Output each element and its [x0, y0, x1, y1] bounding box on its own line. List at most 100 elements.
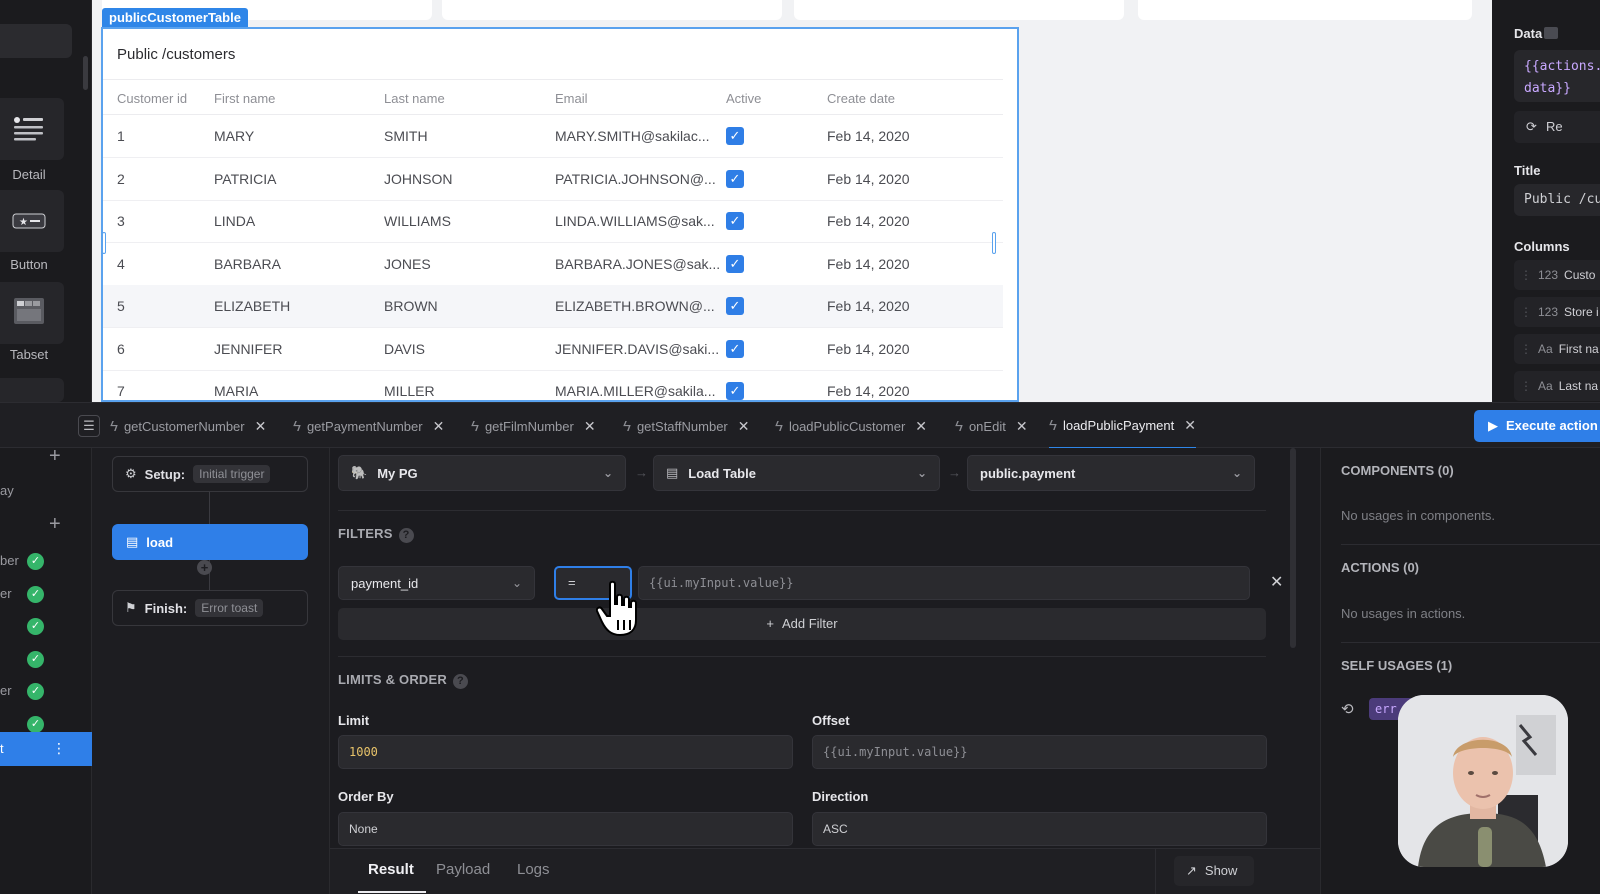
- resize-handle-left[interactable]: [103, 232, 106, 254]
- binding-icon[interactable]: [1544, 27, 1558, 39]
- close-tab-icon[interactable]: ✕: [738, 418, 750, 435]
- table-cell-last: JONES: [384, 255, 431, 272]
- tab-payload[interactable]: Payload: [436, 861, 490, 878]
- customers-table[interactable]: Public /customers Customer id First name…: [101, 27, 1019, 402]
- tab-getCustomerNumber[interactable]: ϟ getCustomerNumber ✕: [110, 403, 266, 449]
- tab-loadPublicCustomer[interactable]: ϟ loadPublicCustomer ✕: [775, 403, 927, 449]
- help-icon[interactable]: ?: [452, 674, 468, 689]
- table-row[interactable]: 3 LINDA WILLIAMS LINDA.WILLIAMS@sak... ✓ Feb …: [103, 200, 1003, 243]
- more-options-icon[interactable]: ⋮: [52, 740, 66, 757]
- actions-list-item-selected[interactable]: t ⋮: [0, 732, 92, 766]
- close-tab-icon[interactable]: ✕: [584, 418, 596, 435]
- tab-result[interactable]: Result: [368, 861, 414, 878]
- add-action-icon[interactable]: +: [49, 445, 61, 468]
- table-cell-email: LINDA.WILLIAMS@sak...: [555, 213, 715, 229]
- load-step-node[interactable]: ▤ load: [112, 524, 308, 560]
- active-checkbox[interactable]: ✓: [726, 127, 744, 145]
- active-checkbox[interactable]: ✓: [726, 212, 744, 230]
- table-cell-first: JENNIFER: [214, 340, 283, 357]
- column-item[interactable]: ⋮ 123 Store i: [1514, 297, 1600, 327]
- palette-item-detail[interactable]: [0, 98, 64, 160]
- active-checkbox[interactable]: ✓: [726, 339, 744, 358]
- table-header: Customer id First name Last name Email A…: [103, 79, 1003, 115]
- close-tab-icon[interactable]: ✕: [433, 418, 445, 435]
- help-icon[interactable]: ?: [398, 528, 414, 543]
- datasource-select[interactable]: 🐘 My PG ⌄: [338, 455, 626, 491]
- actions-list-item[interactable]: ✓: [0, 611, 92, 643]
- actions-list-item[interactable]: er ✓: [0, 676, 92, 708]
- resize-handle-right[interactable]: [992, 232, 996, 254]
- palette-scrollbar[interactable]: [83, 56, 88, 90]
- limit-input[interactable]: 1000: [338, 735, 793, 769]
- tab-logs[interactable]: Logs: [517, 861, 550, 878]
- component-name-tag[interactable]: publicCustomerTable: [102, 8, 248, 27]
- column-header[interactable]: Last name: [384, 91, 445, 106]
- data-binding-field[interactable]: {{actions. data}}: [1514, 50, 1600, 102]
- drag-handle-icon[interactable]: ⋮: [1520, 342, 1532, 356]
- table-row[interactable]: 4 BARBARA JONES BARBARA.JONES@sak... ✓ Feb 14…: [103, 243, 1003, 286]
- editor-scrollbar[interactable]: [1290, 448, 1296, 648]
- order-by-select[interactable]: None: [338, 812, 793, 846]
- palette-item-tabset[interactable]: [0, 282, 64, 344]
- table-row[interactable]: 7 MARIA MILLER MARIA.MILLER@sakila... ✓ Feb 1…: [103, 370, 1003, 400]
- actions-list-item[interactable]: ✓: [0, 644, 92, 676]
- active-checkbox[interactable]: ✓: [726, 382, 744, 400]
- tab-list-icon[interactable]: ☰: [78, 415, 100, 437]
- setup-node[interactable]: ⚙ Setup: Initial trigger: [112, 456, 308, 492]
- close-tab-icon[interactable]: ✕: [255, 418, 267, 435]
- table-select[interactable]: public.payment ⌄: [967, 455, 1255, 491]
- column-item[interactable]: ⋮ Aa First na: [1514, 334, 1600, 364]
- close-tab-icon[interactable]: ✕: [915, 418, 927, 435]
- column-header[interactable]: First name: [214, 91, 275, 106]
- tab-getStaffNumber[interactable]: ϟ getStaffNumber ✕: [623, 403, 750, 449]
- drag-handle-icon[interactable]: ⋮: [1520, 379, 1532, 393]
- remove-filter-icon[interactable]: ✕: [1270, 572, 1283, 592]
- column-item[interactable]: ⋮ Aa Last na: [1514, 371, 1600, 401]
- table-row[interactable]: 6 JENNIFER DAVIS JENNIFER.DAVIS@saki... ✓ Feb…: [103, 328, 1003, 371]
- column-header[interactable]: Active: [726, 91, 761, 106]
- show-button[interactable]: ↗ Show: [1174, 856, 1254, 886]
- offset-input[interactable]: {{ui.myInput.value}}: [812, 735, 1267, 769]
- operation-select[interactable]: ▤ Load Table ⌄: [653, 455, 940, 491]
- column-item[interactable]: ⋮ 123 Custo: [1514, 260, 1600, 290]
- divider: [1341, 642, 1600, 643]
- active-checkbox[interactable]: ✓: [726, 297, 744, 315]
- filter-field-select[interactable]: payment_id ⌄: [338, 566, 535, 600]
- filter-value-input[interactable]: {{ui.myInput.value}}: [638, 566, 1250, 600]
- canvas-card[interactable]: [794, 0, 1124, 20]
- column-header[interactable]: Customer id: [117, 91, 187, 106]
- palette-item-button[interactable]: ★: [0, 190, 64, 252]
- add-action-icon[interactable]: +: [49, 513, 61, 536]
- actions-list-item[interactable]: er ✓: [0, 579, 92, 611]
- tab-loadPublicPayment[interactable]: ϟ loadPublicPayment ✕: [1049, 403, 1196, 449]
- actions-list-item[interactable]: ber ✓: [0, 546, 92, 578]
- column-header[interactable]: Email: [555, 91, 588, 106]
- drag-handle-icon[interactable]: ⋮: [1520, 268, 1532, 282]
- active-checkbox[interactable]: ✓: [726, 254, 744, 273]
- table-cell-first: PATRICIA: [214, 170, 277, 187]
- palette-item-next[interactable]: [0, 378, 64, 402]
- palette-top-button[interactable]: [0, 24, 72, 58]
- table-row[interactable]: 5 ELIZABETH BROWN ELIZABETH.BROWN@... ✓ Feb 1…: [103, 285, 1003, 328]
- tab-getFilmNumber[interactable]: ϟ getFilmNumber ✕: [471, 403, 596, 449]
- action-editor: 🐘 My PG ⌄ → ▤ Load Table ⌄ → public.paym…: [330, 448, 1320, 848]
- add-step-icon[interactable]: +: [197, 560, 212, 575]
- expand-icon: ↗: [1186, 863, 1197, 878]
- execute-action-button[interactable]: ▶ Execute action: [1474, 410, 1600, 442]
- refresh-button[interactable]: ⟳ Re: [1514, 111, 1600, 143]
- tab-onEdit[interactable]: ϟ onEdit ✕: [955, 403, 1028, 449]
- canvas-card[interactable]: [442, 0, 782, 20]
- active-checkbox[interactable]: ✓: [726, 169, 744, 188]
- table-row[interactable]: 2 PATRICIA JOHNSON PATRICIA.JOHNSON@... ✓ Feb…: [103, 158, 1003, 201]
- finish-node[interactable]: ⚑ Finish: Error toast: [112, 590, 308, 626]
- canvas-card[interactable]: [1138, 0, 1472, 20]
- direction-select[interactable]: ASC: [812, 812, 1267, 846]
- drag-handle-icon[interactable]: ⋮: [1520, 305, 1532, 319]
- add-filter-button[interactable]: + Add Filter: [338, 608, 1266, 640]
- close-tab-icon[interactable]: ✕: [1016, 418, 1028, 435]
- close-tab-icon[interactable]: ✕: [1184, 417, 1196, 434]
- tab-getPaymentNumber[interactable]: ϟ getPaymentNumber ✕: [293, 403, 444, 449]
- column-header[interactable]: Create date: [827, 91, 895, 106]
- title-input[interactable]: Public /cu: [1514, 184, 1600, 216]
- table-row[interactable]: 1 MARY SMITH MARY.SMITH@sakilac... ✓ Feb 14, …: [103, 115, 1003, 158]
